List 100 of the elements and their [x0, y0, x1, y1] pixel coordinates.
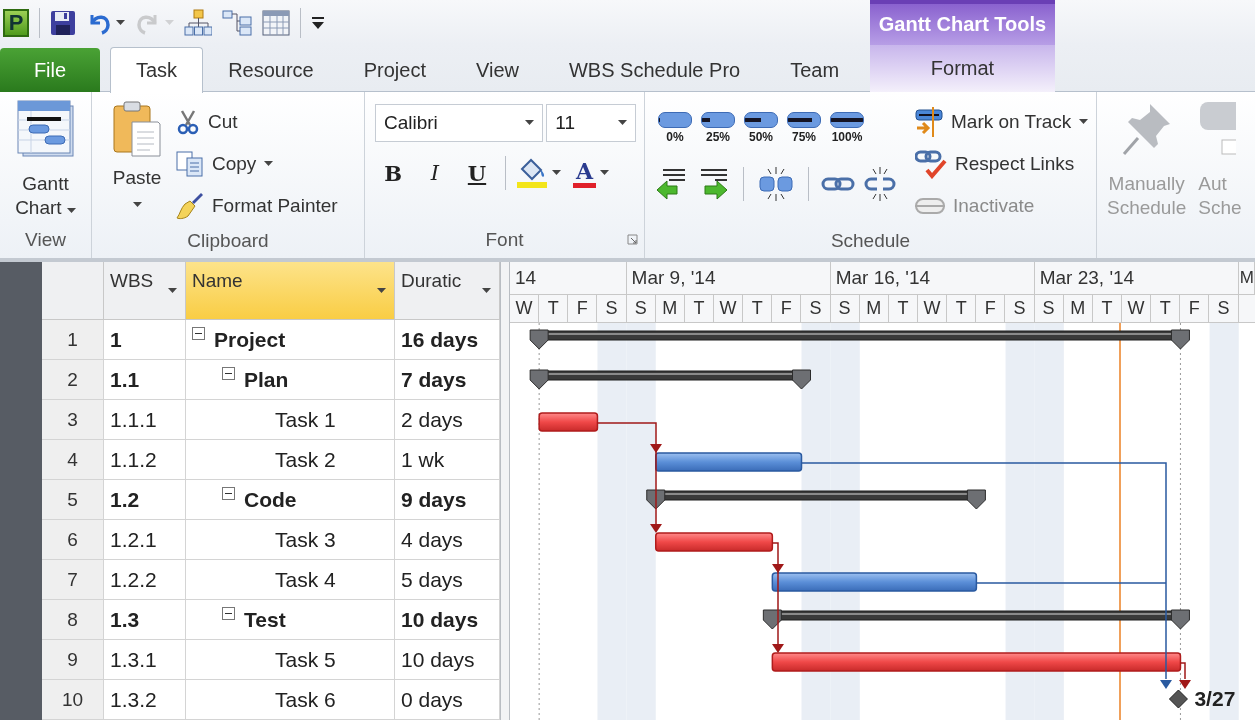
schedule-mode-icon	[1198, 100, 1237, 158]
table-cell: 1.3.1	[104, 640, 186, 680]
ribbon-tab[interactable]: View	[451, 48, 544, 92]
caret-icon	[165, 19, 174, 26]
row-number: 7	[42, 560, 104, 600]
dialog-launcher-icon[interactable]	[627, 234, 638, 245]
day-label: M	[1063, 295, 1093, 322]
caret-icon	[168, 288, 177, 294]
collapse-toggle[interactable]	[222, 367, 235, 380]
timescale-label: Mar 23, '14	[1034, 262, 1239, 294]
summary-bar[interactable]	[762, 609, 1190, 630]
task-name: Task 1	[275, 407, 336, 432]
fill-color-button[interactable]	[516, 157, 561, 189]
ribbon-tab[interactable]: Project	[338, 48, 451, 92]
table-icon[interactable]	[262, 9, 290, 36]
dependency-arrow	[1179, 662, 1191, 689]
day-label: S	[1034, 295, 1064, 322]
font-family-field[interactable]: Calibri	[375, 104, 544, 142]
ribbon-tab[interactable]: Format	[870, 45, 1055, 92]
critical-task-bar[interactable]	[771, 652, 1182, 672]
milestone-marker[interactable]	[1168, 689, 1188, 709]
inactivate-icon	[915, 196, 945, 216]
percent-complete-button[interactable]: 50%	[741, 112, 781, 144]
table-cell: 1.1	[104, 360, 186, 400]
task-bar[interactable]	[655, 452, 803, 472]
percent-complete-button[interactable]: 75%	[784, 112, 824, 144]
brush-icon	[176, 192, 204, 220]
collapse-toggle[interactable]	[222, 607, 235, 620]
day-label: M	[655, 295, 685, 322]
font-size-field[interactable]: 11	[546, 104, 636, 142]
save-icon[interactable]	[50, 9, 76, 36]
clipboard-command[interactable]: Cut	[176, 104, 338, 140]
day-label: S	[1005, 295, 1035, 322]
day-label: W	[917, 295, 948, 322]
day-label: T	[684, 295, 714, 322]
day-label: S	[597, 295, 627, 322]
file-tab[interactable]: File	[0, 48, 100, 92]
italic-button[interactable]: I	[417, 156, 453, 190]
tree-icon[interactable]	[222, 8, 252, 37]
day-label: T	[743, 295, 773, 322]
caret-icon	[116, 19, 125, 26]
task-name: Project	[214, 327, 286, 352]
ribbon-tab[interactable]: WBS Schedule Pro	[544, 48, 766, 92]
collapse-toggle[interactable]	[222, 487, 235, 500]
row-number: 9	[42, 640, 104, 680]
progress-bar-icon	[658, 112, 692, 128]
table-cell: 1.3.2	[104, 680, 186, 720]
row-number: 10	[42, 680, 104, 720]
timescale-label: M	[1238, 262, 1255, 294]
task-name: Task 4	[275, 567, 336, 592]
progress-bar-icon	[830, 112, 864, 128]
day-label: T	[947, 295, 977, 322]
schedule-command[interactable]: Respect Links	[915, 146, 1089, 182]
caret-icon	[525, 120, 535, 126]
copy-icon	[176, 151, 204, 177]
task-name: Task 6	[275, 687, 336, 712]
percent-complete-button[interactable]: 100%	[827, 112, 867, 144]
day-label: F	[772, 295, 802, 322]
gantt-chart-button[interactable]: Gantt Chart	[9, 100, 82, 222]
task-bar[interactable]	[771, 572, 978, 592]
schedule-command[interactable]: Mark on Track	[915, 104, 1089, 140]
clipboard-command[interactable]: Format Painter	[176, 188, 338, 224]
task-name: Task 3	[275, 527, 336, 552]
row-number: 8	[42, 600, 104, 640]
split-task-icon[interactable]	[756, 166, 796, 202]
table-cell: 1.3	[104, 600, 186, 640]
app-logo[interactable]: P	[3, 8, 29, 37]
ribbon-tab[interactable]: Team	[765, 48, 865, 92]
day-label: W	[714, 295, 744, 322]
collapse-toggle[interactable]	[192, 327, 205, 340]
row-number: 2	[42, 360, 104, 400]
font-color-button[interactable]: A	[573, 158, 597, 188]
ribbon-tab[interactable]: Resource	[203, 48, 339, 92]
paste-button[interactable]: Paste	[106, 100, 168, 224]
group-label: View	[24, 228, 67, 252]
unlink-icon[interactable]	[863, 166, 897, 202]
percent-complete-button[interactable]: 25%	[698, 112, 738, 144]
task-name: Task 2	[275, 447, 336, 472]
table-cell: 1.2	[104, 480, 186, 520]
summary-bar[interactable]	[529, 329, 1190, 350]
clipboard-command[interactable]: Copy	[176, 146, 338, 182]
caret-icon	[552, 170, 561, 176]
table-cell: 1.2.1	[104, 520, 186, 560]
bold-button[interactable]: B	[375, 156, 411, 190]
day-label: S	[801, 295, 831, 322]
summary-bar[interactable]	[529, 369, 811, 390]
underline-button[interactable]: U	[459, 156, 495, 190]
critical-task-bar[interactable]	[655, 532, 774, 552]
column-header[interactable]: Name	[186, 262, 395, 319]
summary-bar[interactable]	[646, 489, 986, 510]
org-chart-icon[interactable]	[184, 8, 212, 37]
fill-color-icon	[516, 157, 548, 189]
critical-task-bar[interactable]	[538, 412, 599, 432]
percent-complete-button[interactable]: 0%	[655, 112, 695, 144]
caret-icon	[618, 120, 627, 126]
group-label: Font	[365, 222, 644, 258]
customize-icon[interactable]	[311, 14, 325, 31]
ribbon-tab[interactable]: Task	[110, 47, 204, 93]
day-label: S	[830, 295, 860, 322]
progress-bar-icon	[744, 112, 778, 128]
